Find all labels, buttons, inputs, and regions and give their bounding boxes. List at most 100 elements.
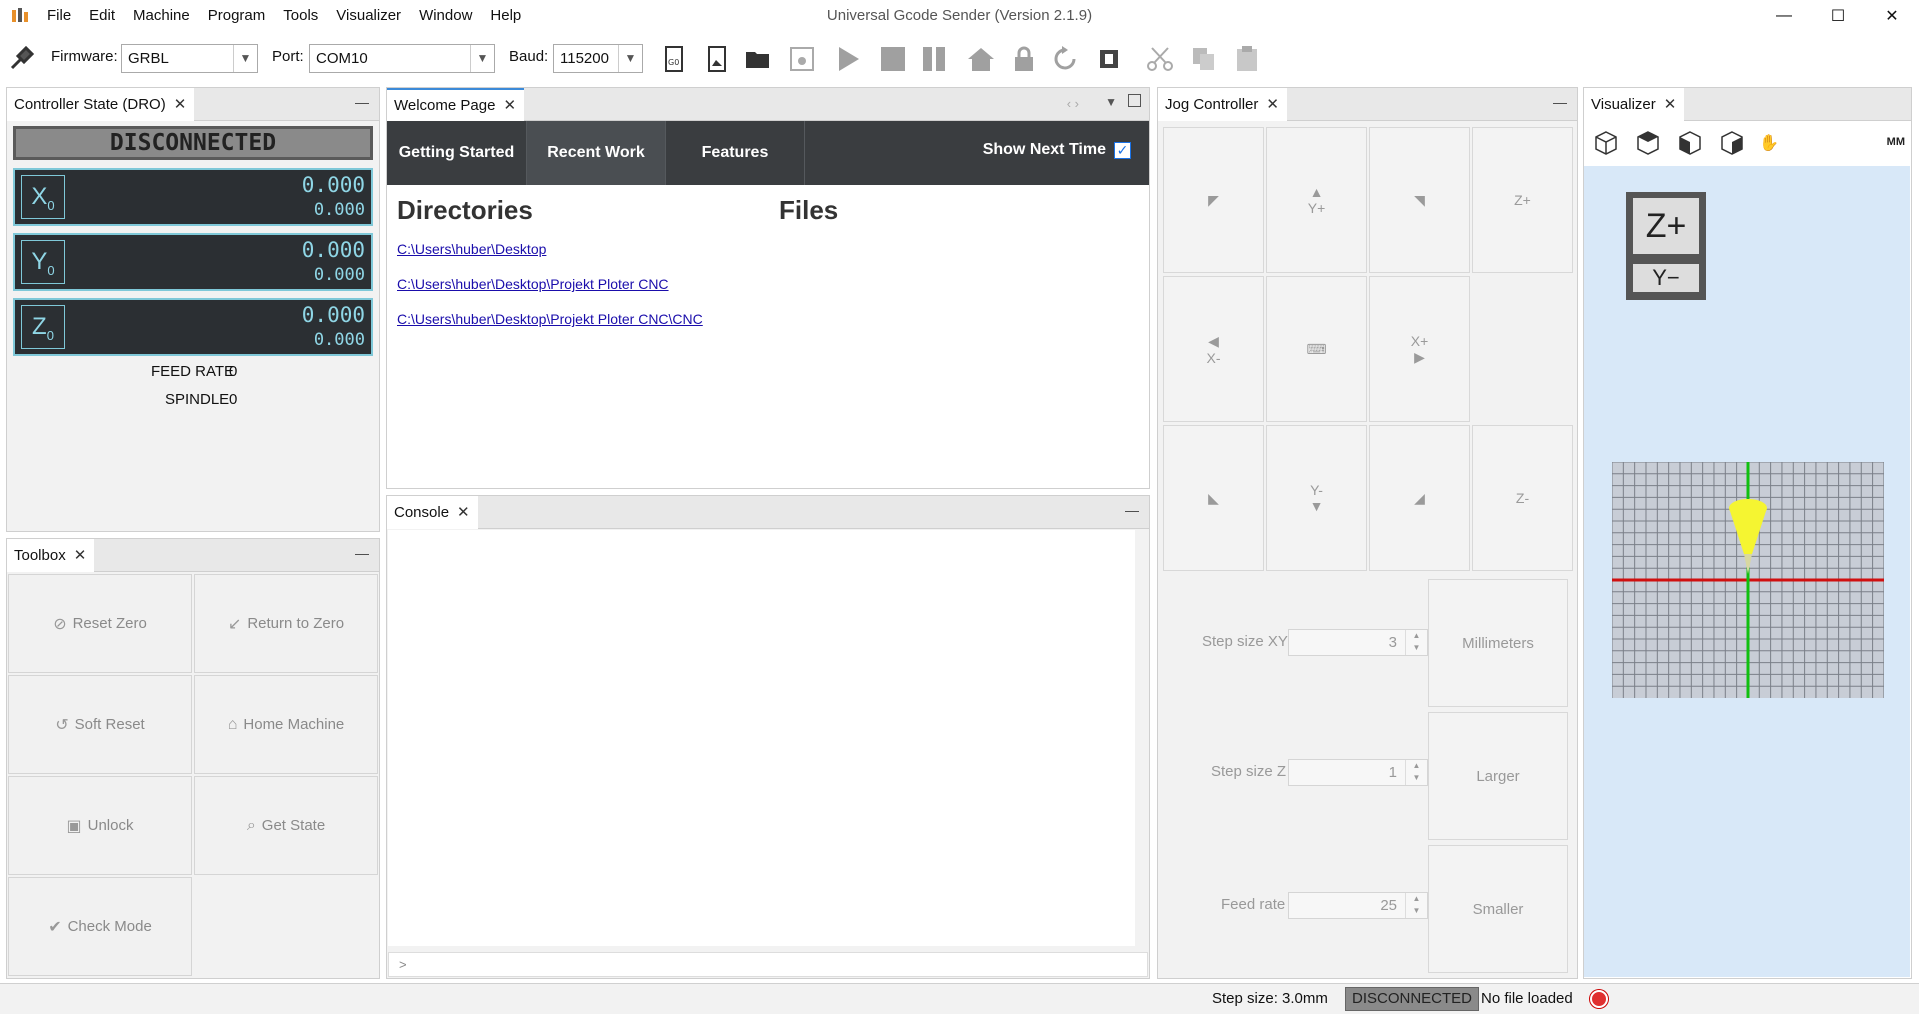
step-size-z-input[interactable]: 1 ▲ ▼ <box>1288 759 1428 786</box>
close-icon[interactable]: ✕ <box>503 89 516 122</box>
view-left-icon[interactable] <box>1679 131 1701 155</box>
play-icon[interactable] <box>832 44 864 74</box>
hand-icon[interactable]: ✋ <box>1759 133 1779 153</box>
zero-y-button[interactable]: Y0 <box>21 240 65 284</box>
show-next-time[interactable]: Show Next Time ✓ <box>983 141 1131 159</box>
close-icon[interactable]: ✕ <box>457 496 470 529</box>
jog-xminus-yplus-button[interactable]: ◤ <box>1163 127 1264 273</box>
minimize-panel-icon[interactable]: — <box>355 94 369 110</box>
jog-xminus-yminus-button[interactable]: ◣ <box>1163 425 1264 571</box>
dro-panel: Controller State (DRO) ✕ — DISCONNECTED X… <box>6 87 380 532</box>
main-toolbar: Firmware: GRBL ▼ Port: COM10 ▼ Baud: 11520… <box>0 38 1919 78</box>
save-icon[interactable] <box>786 44 818 74</box>
tab-console[interactable]: Console ✕ <box>387 496 478 529</box>
get-state-button[interactable]: ⌕ Get State <box>194 776 378 875</box>
stop-icon[interactable] <box>876 44 908 74</box>
visualizer-canvas[interactable]: Z+ Y− <box>1584 166 1910 977</box>
step-size-xy-input[interactable]: 3 ▲ ▼ <box>1288 629 1428 656</box>
minimize-panel-icon[interactable]: — <box>355 545 369 561</box>
open-image-icon[interactable] <box>701 44 733 74</box>
jog-xminus-button[interactable]: ◀ X- <box>1163 276 1264 422</box>
paste-icon[interactable] <box>1231 44 1263 74</box>
gcode-icon[interactable]: G0 <box>658 44 690 74</box>
scroll-tabs-icon[interactable]: ‹ › <box>1067 96 1079 111</box>
keyboard-jog-button[interactable]: ⌨ <box>1266 276 1367 422</box>
close-icon[interactable]: ✕ <box>1664 88 1677 121</box>
jog-xplus-yplus-button[interactable]: ◥ <box>1369 127 1470 273</box>
jog-xplus-button[interactable]: X+ ▶ <box>1369 276 1470 422</box>
chevron-down-icon[interactable]: ▼ <box>1105 95 1117 109</box>
close-icon[interactable]: ✕ <box>1266 88 1279 121</box>
close-icon[interactable]: ✕ <box>174 88 187 121</box>
directory-link[interactable]: C:\Users\huber\Desktop\Projekt Ploter CN… <box>397 311 703 327</box>
reset-icon[interactable] <box>1050 44 1082 74</box>
tab-features[interactable]: Features <box>666 121 805 185</box>
reset-zero-button[interactable]: ⊘ Reset Zero <box>8 574 192 673</box>
larger-step-button[interactable]: Larger <box>1428 712 1568 840</box>
connect-icon[interactable] <box>6 44 38 74</box>
show-next-checkbox[interactable]: ✓ <box>1114 141 1131 159</box>
copy-icon[interactable] <box>1188 44 1220 74</box>
spinner-arrows-icon[interactable]: ▲ ▼ <box>1405 760 1427 785</box>
console-output[interactable] <box>388 530 1135 946</box>
pause-icon[interactable] <box>918 44 950 74</box>
view-iso-icon[interactable] <box>1595 131 1617 155</box>
cut-icon[interactable] <box>1144 44 1176 74</box>
close-icon[interactable]: ✕ <box>74 539 87 572</box>
smaller-step-button[interactable]: Smaller <box>1428 845 1568 973</box>
lock-icon[interactable] <box>1008 44 1040 74</box>
firmware-select[interactable]: GRBL ▼ <box>121 44 258 73</box>
probe-icon[interactable] <box>1094 44 1126 74</box>
chevron-down-icon: ▼ <box>618 45 642 72</box>
welcome-tab-label: Welcome Page <box>394 97 496 114</box>
jog-yplus-button[interactable]: ▲ Y+ <box>1266 127 1367 273</box>
view-front-icon[interactable] <box>1721 131 1743 155</box>
minimize-panel-icon[interactable]: — <box>1125 502 1139 518</box>
tab-visualizer[interactable]: Visualizer ✕ <box>1584 88 1685 121</box>
directory-link[interactable]: C:\Users\huber\Desktop\Projekt Ploter CN… <box>397 276 669 292</box>
home-icon: ⌂ <box>227 715 238 733</box>
home-machine-button[interactable]: ⌂ Home Machine <box>194 675 378 774</box>
view-cube-top-face[interactable]: Z+ <box>1633 198 1699 254</box>
tab-getting-started[interactable]: Getting Started <box>387 121 527 185</box>
tab-jog[interactable]: Jog Controller ✕ <box>1158 88 1287 121</box>
status-bar: Step size: 3.0mm DISCONNECTED No file lo… <box>0 983 1919 1014</box>
tab-dro[interactable]: Controller State (DRO) ✕ <box>7 88 195 121</box>
zero-z-button[interactable]: Z0 <box>21 305 65 349</box>
error-icon <box>1590 990 1608 1008</box>
close-button[interactable]: ✕ <box>1865 0 1919 32</box>
tab-recent-work[interactable]: Recent Work <box>527 121 666 185</box>
return-to-zero-button[interactable]: ↙ Return to Zero <box>194 574 378 673</box>
unlock-button[interactable]: ▣ Unlock <box>8 776 192 875</box>
spinner-arrows-icon[interactable]: ▲ ▼ <box>1405 893 1427 918</box>
chevron-down-icon: ▼ <box>233 45 257 72</box>
port-select[interactable]: COM10 ▼ <box>309 44 495 73</box>
check-mode-button[interactable]: ✔ Check Mode <box>8 877 192 976</box>
baud-select[interactable]: 115200 ▼ <box>553 44 643 73</box>
view-cube-front-face[interactable]: Y− <box>1633 264 1699 292</box>
zero-x-button[interactable]: X0 <box>21 175 65 219</box>
console-input[interactable]: > <box>388 952 1148 977</box>
directory-link[interactable]: C:\Users\huber\Desktop <box>397 241 546 257</box>
tab-welcome[interactable]: Welcome Page ✕ <box>387 88 525 122</box>
maximize-panel-icon[interactable] <box>1128 94 1141 107</box>
tab-toolbox[interactable]: Toolbox ✕ <box>7 539 95 572</box>
jog-xplus-yminus-button[interactable]: ◢ <box>1369 425 1470 571</box>
jog-zminus-button[interactable]: Z- <box>1472 425 1573 571</box>
view-top-icon[interactable] <box>1637 131 1659 155</box>
minimize-button[interactable]: — <box>1757 0 1811 32</box>
jog-zplus-button[interactable]: Z+ <box>1472 127 1573 273</box>
baud-label: Baud: <box>509 48 549 65</box>
minimize-panel-icon[interactable]: — <box>1553 94 1567 110</box>
units-button[interactable]: Millimeters <box>1428 579 1568 707</box>
open-folder-icon[interactable] <box>743 44 775 74</box>
maximize-button[interactable]: ☐ <box>1811 0 1865 32</box>
feed-rate-input[interactable]: 25 ▲ ▼ <box>1288 892 1428 919</box>
jog-tabbar: Jog Controller ✕ — <box>1158 88 1577 121</box>
soft-reset-button[interactable]: ↺ Soft Reset <box>8 675 192 774</box>
spinner-arrows-icon[interactable]: ▲ ▼ <box>1405 630 1427 655</box>
console-panel: Console ✕ — > <box>386 495 1150 979</box>
view-cube[interactable]: Z+ Y− <box>1626 192 1706 300</box>
home-icon[interactable] <box>965 44 997 74</box>
jog-yminus-button[interactable]: Y- ▼ <box>1266 425 1367 571</box>
